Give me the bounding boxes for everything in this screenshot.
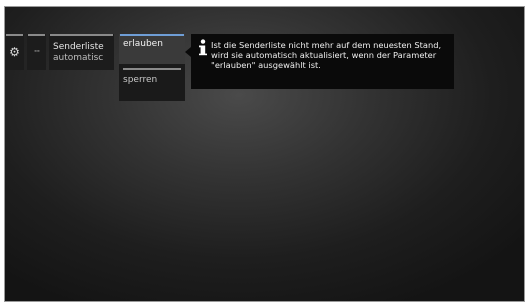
option-divider — [123, 68, 181, 70]
tv-screen: ⚙ ··· Senderliste automatisc erlauben sp… — [4, 6, 525, 302]
settings-menu-tab[interactable]: ⚙ — [5, 34, 24, 70]
info-icon — [199, 39, 207, 56]
gear-icon: ⚙ — [9, 45, 20, 59]
channel-list-menu-item[interactable]: Senderliste automatisc — [49, 34, 114, 70]
info-panel: Ist die Senderliste nicht mehr auf dem n… — [191, 34, 454, 89]
ellipsis-icon: ··· — [33, 47, 41, 57]
channel-list-value: automatisc — [53, 53, 104, 63]
more-menu-tab[interactable]: ··· — [27, 34, 46, 70]
channel-list-title: Senderliste — [53, 42, 104, 52]
option-block[interactable]: sperren — [119, 72, 185, 88]
option-allow[interactable]: erlauben — [119, 34, 185, 64]
option-dropdown: erlauben sperren — [119, 34, 185, 101]
info-text: Ist die Senderliste nicht mehr auf dem n… — [211, 40, 442, 70]
